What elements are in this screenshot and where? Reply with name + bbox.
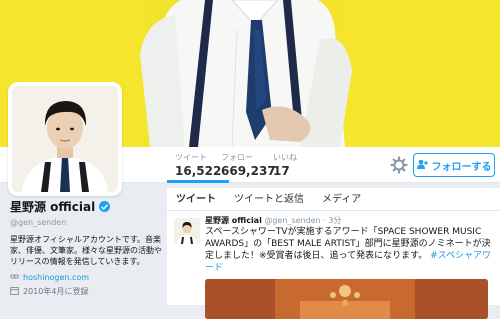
tweet-avatar[interactable]	[174, 218, 200, 244]
profile-name[interactable]: 星野源 official	[10, 198, 95, 215]
profile-website-row: hoshinogen.com	[10, 272, 162, 283]
tweet-author-name[interactable]: 星野源 official	[205, 216, 262, 225]
timeline: 星野源 official @gen_senden · 3分 スペースシャワーTV…	[167, 211, 500, 319]
profile-website-link[interactable]: hoshinogen.com	[23, 273, 89, 282]
follow-button[interactable]: フォローする	[413, 153, 495, 177]
tab-tweets-and-replies[interactable]: ツイートと返信	[225, 188, 313, 211]
gear-icon[interactable]	[389, 155, 409, 175]
profile-joined-row: 2010年4月に登録	[10, 286, 162, 297]
link-icon	[10, 272, 19, 283]
tab-media[interactable]: メディア	[313, 188, 370, 211]
verified-icon	[99, 201, 111, 212]
profile-bio: 星野源オフィシャルアカウントです。音楽家、俳優、文筆家。様々な星野源の活動やリリ…	[10, 235, 162, 266]
profile-handle: @gen_senden	[10, 218, 67, 227]
stat-likes-count: 17	[273, 164, 290, 178]
follow-button-label: フォローする	[431, 161, 492, 173]
profile-name-row: 星野源 official	[10, 198, 162, 215]
tweet-text: スペースシャワーTVが実施するアワード「SPACE SHOWER MUSIC A…	[205, 226, 495, 274]
tweet-time[interactable]: 3分	[328, 216, 341, 225]
profile-joined: 2010年4月に登録	[23, 287, 89, 296]
tab-tweets[interactable]: ツイート	[167, 188, 225, 211]
stat-likes[interactable]: いいね 17	[265, 153, 305, 183]
stat-likes-label: いいね	[273, 153, 297, 162]
avatar-photo	[12, 86, 118, 192]
follow-user-icon	[416, 159, 428, 172]
profile-avatar[interactable]	[8, 82, 122, 196]
tweet-media[interactable]	[205, 279, 488, 319]
tweet-separator: ·	[323, 216, 326, 225]
timeline-tabs: ツイート ツイートと返信 メディア	[167, 188, 500, 211]
tweet-media-image	[205, 279, 488, 319]
tweet-author-handle[interactable]: @gen_senden	[264, 216, 320, 225]
calendar-icon	[10, 286, 19, 297]
tweet-header: 星野源 official @gen_senden · 3分	[205, 215, 341, 226]
profile-card: 星野源 official @gen_senden 星野源オフィシャルアカウントで…	[10, 198, 162, 297]
